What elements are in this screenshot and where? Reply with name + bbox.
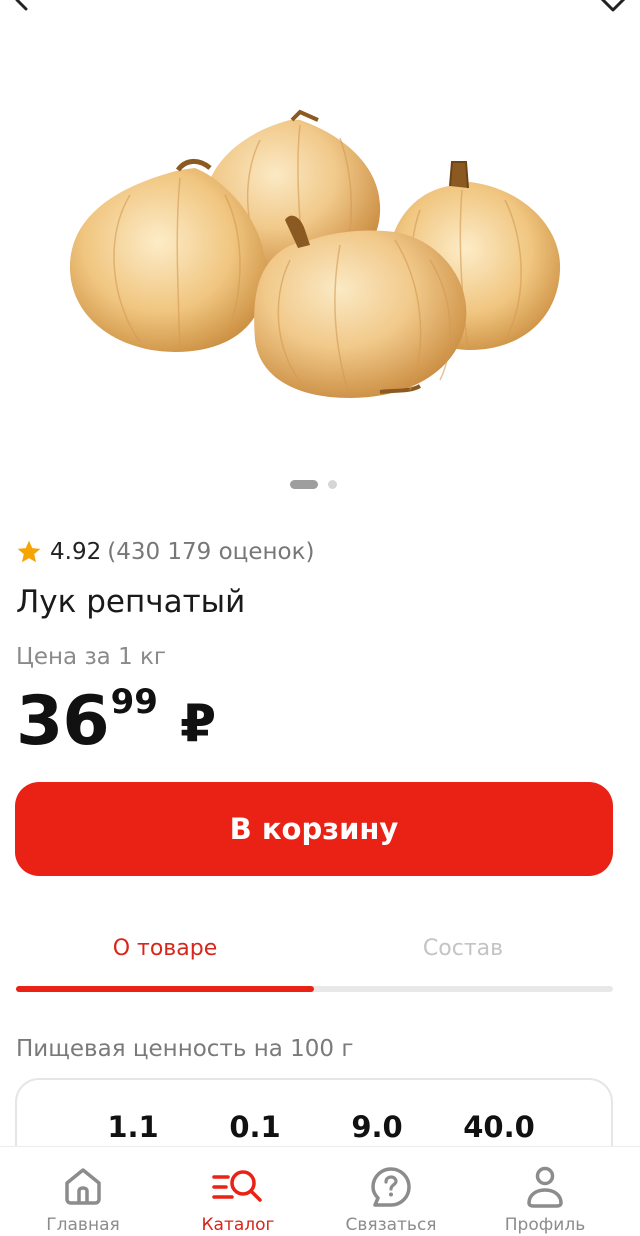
nav-home[interactable]: Главная	[8, 1147, 158, 1236]
home-icon	[61, 1165, 105, 1211]
tab-composition[interactable]: Состав	[314, 936, 612, 961]
back-icon[interactable]	[10, 0, 34, 16]
nutrition-title: Пищевая ценность на 100 г	[16, 1036, 354, 1062]
nav-profile[interactable]: Профиль	[470, 1147, 620, 1236]
nutrition-carbs-value: 9.0	[351, 1110, 403, 1144]
tab-about[interactable]: О товаре	[16, 936, 314, 961]
product-title: Лук репчатый	[16, 584, 246, 620]
catalog-search-icon	[210, 1165, 266, 1211]
currency-sign: ₽	[179, 694, 217, 754]
product-tabs: О товаре Состав	[16, 930, 613, 992]
add-to-cart-button[interactable]: В корзину	[15, 782, 613, 876]
chat-help-icon	[369, 1165, 413, 1213]
price-unit-label: Цена за 1 кг	[16, 644, 167, 670]
product-rating[interactable]: 4.92 (430 179 оценок)	[16, 536, 314, 568]
nav-catalog[interactable]: Каталог	[163, 1147, 313, 1236]
price-integer: 36	[16, 682, 110, 761]
gallery-dot[interactable]	[328, 480, 337, 489]
price-fraction: 99	[110, 682, 158, 722]
profile-icon	[525, 1165, 565, 1213]
nav-contact[interactable]: Связаться	[316, 1147, 466, 1236]
rating-count: (430 179 оценок)	[107, 539, 315, 565]
nutrition-fat-value: 0.1	[229, 1110, 281, 1144]
nav-catalog-label: Каталог	[201, 1215, 275, 1235]
nav-home-label: Главная	[46, 1215, 120, 1235]
gallery-dot-active[interactable]	[290, 480, 318, 489]
gallery-pagination	[0, 480, 640, 490]
nutrition-kcal-value: 40.0	[463, 1110, 535, 1144]
rating-score: 4.92	[50, 539, 102, 565]
favorite-heart-icon[interactable]	[598, 0, 628, 16]
product-image[interactable]	[0, 20, 640, 460]
nav-contact-label: Связаться	[345, 1215, 437, 1235]
product-price: 36 99 ₽	[16, 682, 216, 762]
top-bar	[0, 0, 640, 20]
tab-indicator	[16, 986, 314, 992]
nav-profile-label: Профиль	[504, 1215, 586, 1235]
star-icon	[17, 540, 41, 563]
nutrition-protein-value: 1.1	[107, 1110, 159, 1144]
bottom-navigation: Главная Каталог Связаться Профиль	[0, 1146, 640, 1236]
